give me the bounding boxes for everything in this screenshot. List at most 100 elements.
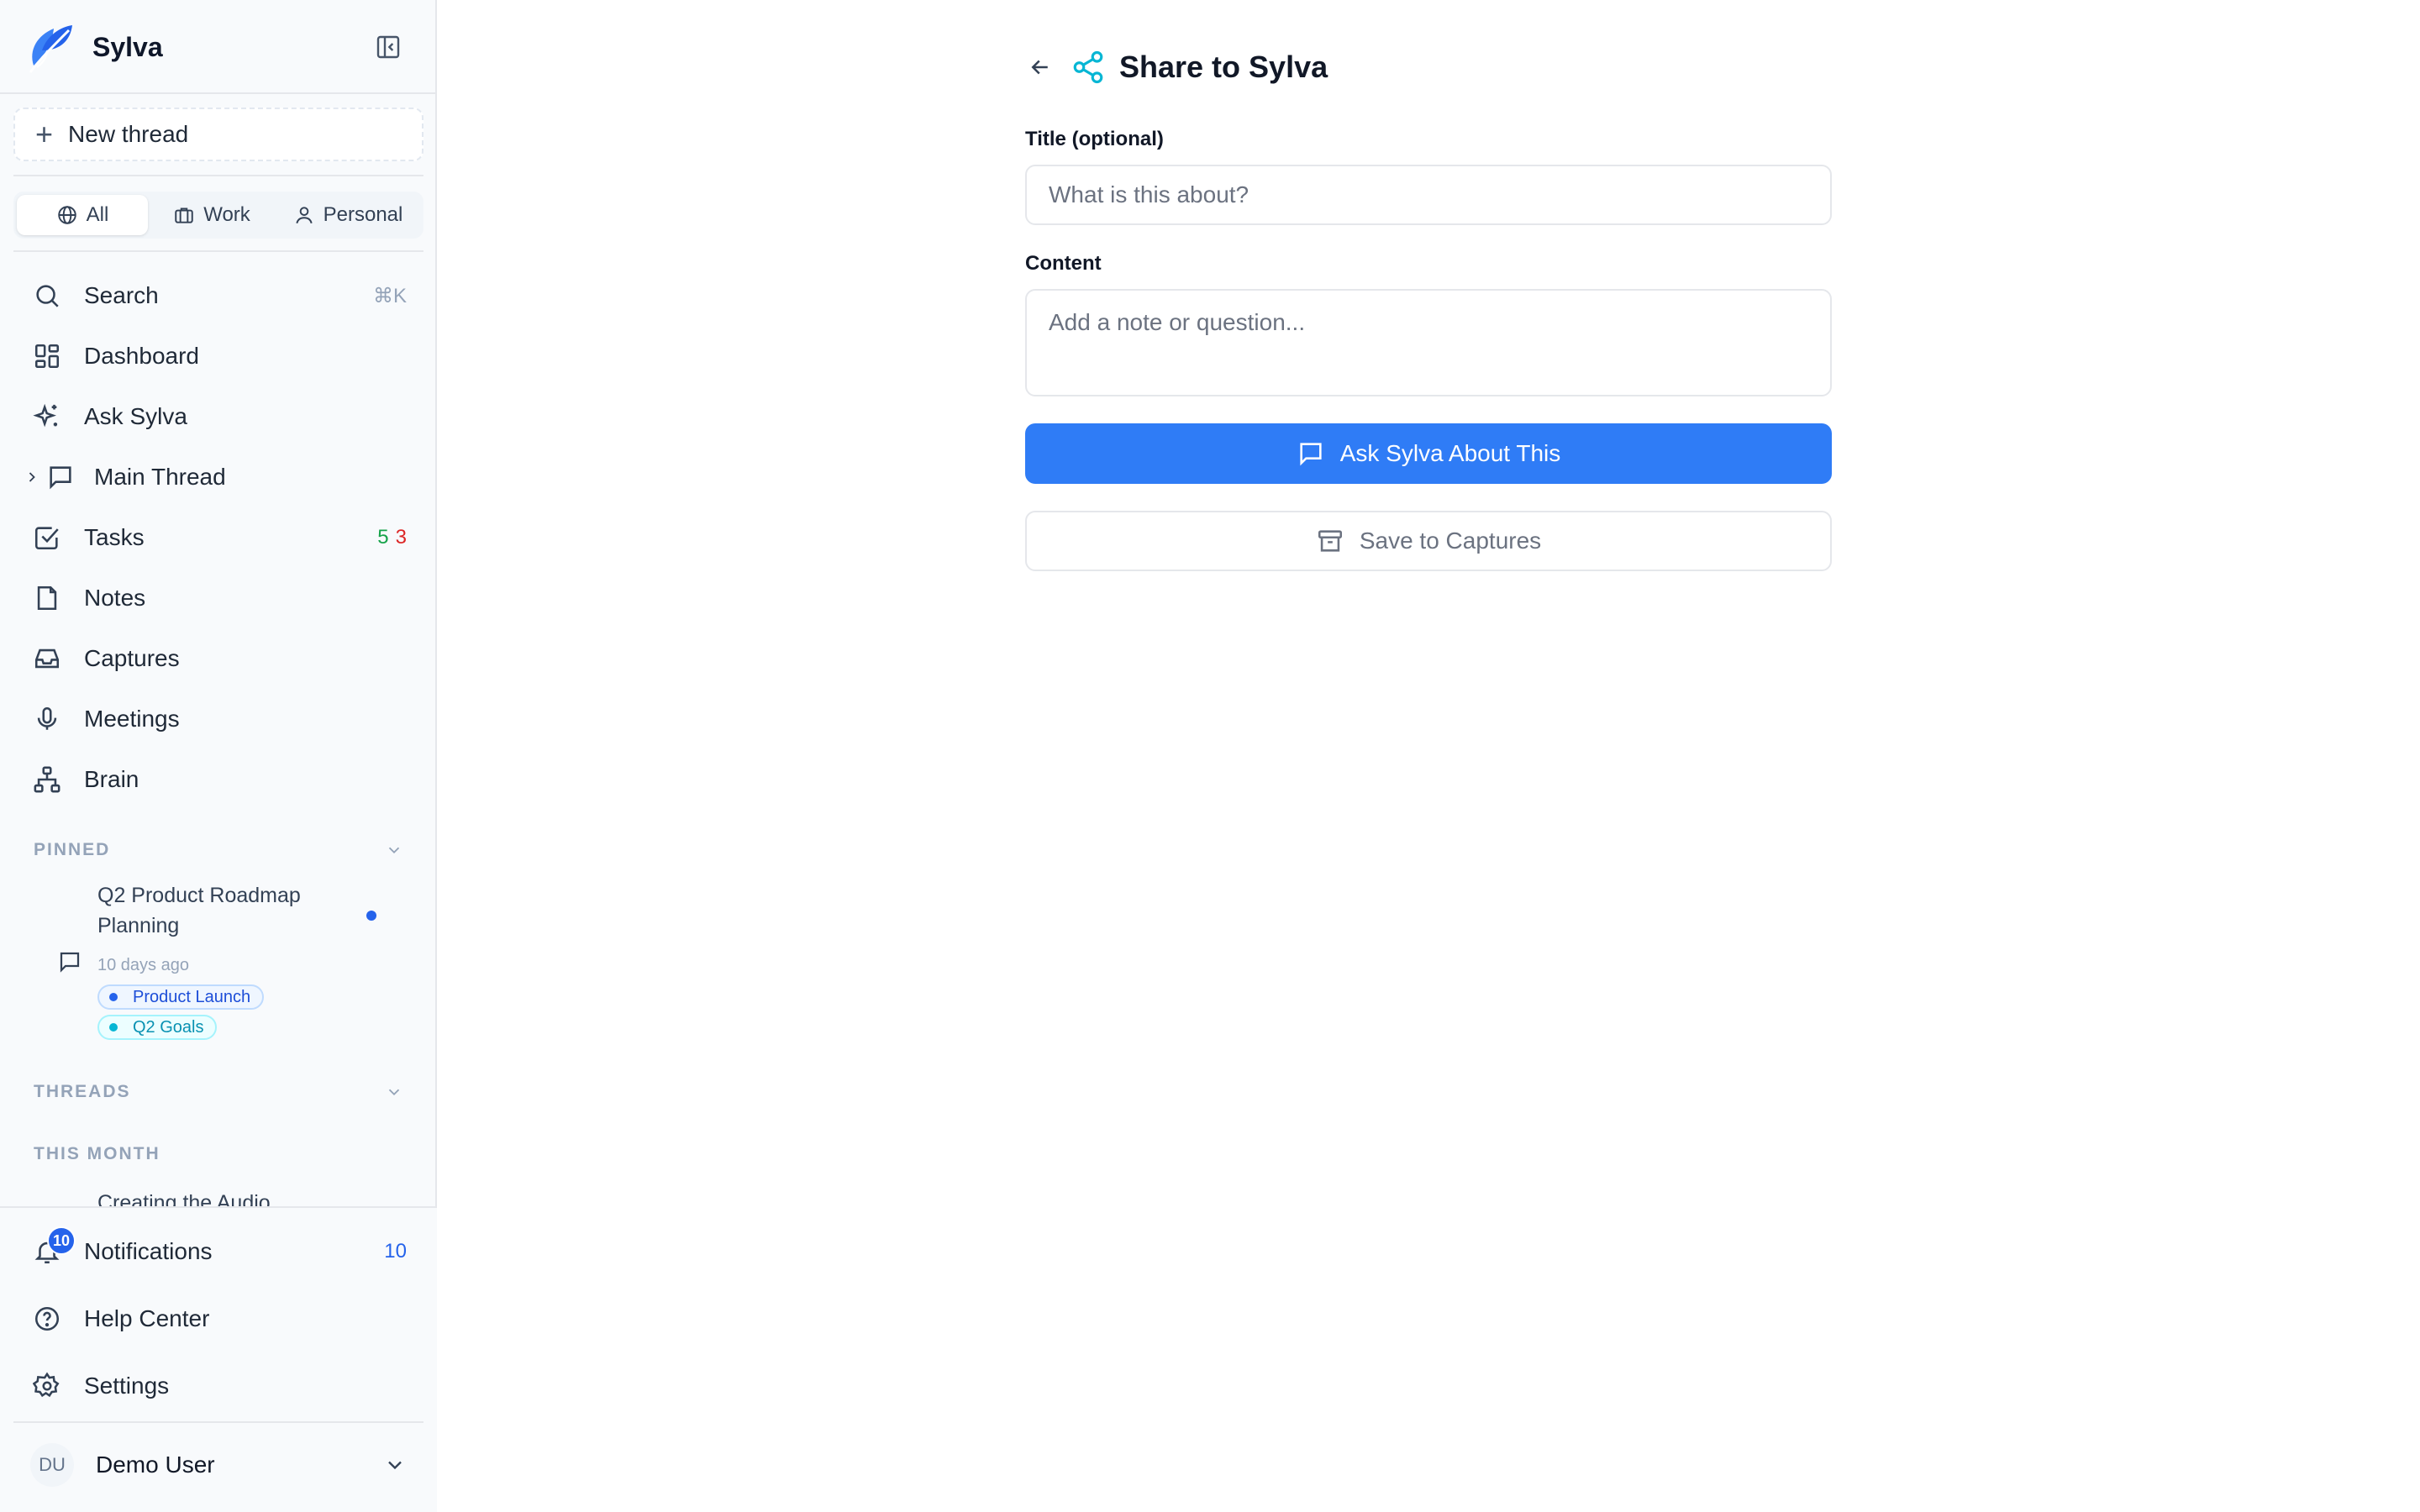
title-input[interactable] [1025, 165, 1832, 225]
inbox-icon [34, 648, 60, 669]
pinned-thread-title: Q2 Product Roadmap Planning [97, 884, 301, 937]
threads-header-label: THREADS [34, 1082, 131, 1101]
new-thread-label: New thread [68, 121, 189, 147]
title-label: Title (optional) [1025, 128, 1164, 150]
file-icon [37, 585, 57, 611]
notifications-badge: 10 [47, 1226, 76, 1255]
checkbox-icon [34, 527, 59, 550]
nav-captures[interactable]: Captures [30, 635, 407, 682]
gear-icon [33, 1372, 60, 1398]
divider [13, 1421, 424, 1423]
nav-meetings[interactable]: Meetings [30, 696, 407, 743]
briefcase-icon [175, 207, 193, 223]
dashboard-icon [34, 344, 60, 369]
brand[interactable]: Sylva [25, 15, 163, 79]
nav-search[interactable]: Search ⌘K [30, 272, 407, 319]
collapse-sidebar-button[interactable] [371, 30, 405, 64]
share-icon [1073, 50, 1103, 84]
tag-label: Q2 Goals [133, 1017, 204, 1037]
nav-meetings-label: Meetings [84, 706, 180, 732]
tag-dot [109, 993, 118, 1001]
search-shortcut: ⌘K [372, 284, 407, 307]
notifications-count: 10 [384, 1240, 407, 1263]
chevron-down-icon [388, 1089, 400, 1096]
divider [0, 92, 437, 94]
ask-sylva-button[interactable]: Ask Sylva About This [1025, 423, 1832, 484]
tag-label: Product Launch [133, 987, 251, 1006]
sidebar-collapse-icon [376, 35, 400, 59]
main-content [439, 0, 2420, 1512]
user-name: Demo User [96, 1452, 215, 1478]
nav-notifications-label: Notifications [84, 1238, 213, 1264]
content-textarea[interactable] [1025, 289, 1832, 396]
content-label: Content [1025, 252, 1102, 275]
divider [13, 250, 424, 252]
nav-ask-sylva-label: Ask Sylva [84, 403, 187, 429]
unread-dot [366, 911, 376, 921]
pinned-header-label: PINNED [34, 840, 111, 859]
nav-brain-label: Brain [84, 766, 139, 792]
chevron-right-icon[interactable] [24, 469, 40, 486]
user-menu[interactable]: DU Demo User [30, 1441, 407, 1488]
nav-main-thread-label: Main Thread [94, 464, 226, 490]
back-button[interactable] [1023, 50, 1057, 84]
tag-product-launch[interactable]: Product Launch [97, 984, 265, 1010]
tasks-count-red: 3 [395, 526, 407, 549]
divider [13, 175, 424, 176]
nav-settings[interactable]: Settings [30, 1362, 407, 1410]
arrow-left-icon [1031, 60, 1048, 75]
archive-icon [1318, 530, 1342, 552]
this-month-label: THIS MONTH [34, 1144, 160, 1163]
chevron-down-icon [388, 847, 400, 854]
nav-tasks-label: Tasks [84, 524, 145, 550]
workspace-filter: All Work Personal [13, 192, 424, 239]
nav-settings-label: Settings [84, 1373, 170, 1399]
chevron-down-icon [388, 1461, 402, 1470]
nav-help-label: Help Center [84, 1305, 210, 1331]
globe-icon [57, 206, 76, 224]
sidebar: Sylva + New thread All Work Personal Sea… [0, 0, 437, 1512]
chat-icon [1300, 443, 1322, 466]
filter-personal[interactable]: Personal [276, 195, 420, 235]
nav-help-center[interactable]: Help Center [30, 1295, 407, 1342]
save-to-captures-button[interactable]: Save to Captures [1025, 511, 1832, 571]
microphone-icon [37, 706, 57, 730]
page-title: Share to Sylva [1119, 50, 1328, 84]
network-icon [34, 766, 60, 793]
plus-icon: + [35, 117, 54, 151]
nav-tasks[interactable]: Tasks 5 3 [30, 514, 407, 561]
threads-section-header[interactable]: THREADS [34, 1082, 403, 1102]
this-month-header: THIS MONTH [34, 1144, 403, 1164]
save-to-captures-label: Save to Captures [1359, 528, 1542, 554]
nav-notifications[interactable]: Notifications 10 [30, 1228, 407, 1275]
chat-icon [60, 952, 80, 973]
app-name: Sylva [92, 31, 163, 62]
nav-dashboard[interactable]: Dashboard [30, 333, 407, 380]
user-icon [296, 207, 313, 224]
tag-q2-goals[interactable]: Q2 Goals [97, 1015, 218, 1040]
tasks-count-green: 5 [377, 526, 389, 549]
search-icon [36, 285, 59, 307]
filter-work[interactable]: Work [148, 195, 276, 235]
nav-brain[interactable]: Brain [30, 756, 407, 803]
nav-dashboard-label: Dashboard [84, 343, 199, 369]
avatar: DU [30, 1443, 74, 1487]
filter-all-label: All [86, 203, 109, 226]
sparkles-icon [33, 403, 58, 428]
ask-sylva-label: Ask Sylva About This [1339, 440, 1561, 466]
nav-notes-label: Notes [84, 585, 146, 611]
tag-dot [109, 1023, 118, 1032]
page-header: Share to Sylva [1023, 44, 1328, 91]
sylva-logo-icon [29, 25, 72, 73]
filter-personal-label: Personal [323, 203, 403, 226]
chat-icon [50, 466, 71, 490]
nav-captures-label: Captures [84, 645, 180, 671]
pinned-thread-time: 10 days ago [97, 956, 189, 974]
nav-main-thread[interactable]: Main Thread [24, 454, 400, 501]
filter-all[interactable]: All [17, 195, 148, 235]
new-thread-button[interactable]: + New thread [13, 108, 424, 161]
nav-ask-sylva[interactable]: Ask Sylva [30, 393, 407, 440]
nav-notes[interactable]: Notes [30, 575, 407, 622]
nav-search-label: Search [84, 282, 159, 308]
pinned-section-header[interactable]: PINNED [34, 840, 403, 860]
